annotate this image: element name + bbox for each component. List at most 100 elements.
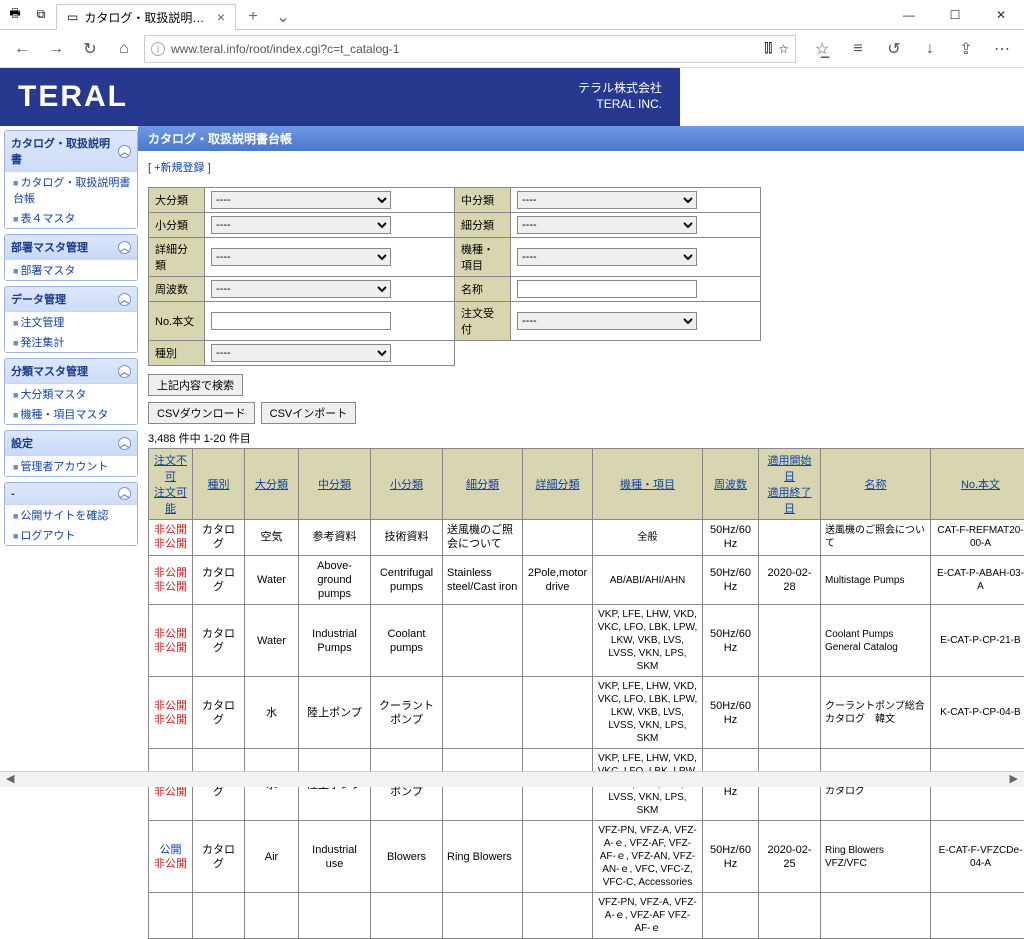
sidebar-item[interactable]: 注文管理: [5, 312, 137, 332]
sort-link[interactable]: 中分類: [318, 479, 351, 491]
select-type[interactable]: ----: [211, 344, 391, 362]
select-shobunrui[interactable]: ----: [211, 216, 391, 234]
main-content: カタログ・取扱説明書台帳 [ +新規登録 ] 大分類 ---- 中分類 ----…: [138, 126, 1024, 939]
close-icon[interactable]: ×: [217, 10, 225, 24]
sidebar-item[interactable]: 公開サイトを確認: [5, 505, 137, 525]
search-button[interactable]: 上記内容で検索: [148, 374, 243, 396]
sidebar-section-title: 部署マスタ管理: [11, 239, 88, 255]
select-kishu[interactable]: ----: [517, 248, 697, 266]
unpublish-link[interactable]: 非公開: [154, 714, 187, 726]
sort-link[interactable]: 適用終了日: [768, 487, 812, 515]
reading-list-icon[interactable]: ≡: [844, 35, 872, 63]
sidebar-item[interactable]: 発注集計: [5, 332, 137, 352]
unpublish-link[interactable]: 非公開: [154, 858, 187, 870]
sidebar-item[interactable]: ログアウト: [5, 525, 137, 545]
chevron-up-icon[interactable]: ︿: [118, 293, 131, 306]
chevron-up-icon[interactable]: ︿: [118, 241, 131, 254]
select-hz[interactable]: ----: [211, 280, 391, 298]
scroll-left-icon[interactable]: ◀: [6, 772, 14, 787]
cell: カタログ: [193, 605, 245, 677]
cell: 水: [245, 677, 299, 749]
sidebar-section-title: データ管理: [11, 291, 66, 307]
sidebar-section-header[interactable]: -︿: [5, 483, 137, 505]
unpublish-link[interactable]: 非公開: [154, 538, 187, 550]
cell-publish: 公開非公開: [149, 821, 193, 893]
sidebar-section-header[interactable]: データ管理 ︿: [5, 287, 137, 312]
unpublish-link[interactable]: 非公開: [154, 628, 187, 640]
cell: Water: [245, 555, 299, 605]
address-bar[interactable]: i www.teral.info/root/index.cgi?c=t_cata…: [144, 35, 796, 63]
home-button[interactable]: ⌂: [110, 35, 138, 63]
sort-link[interactable]: No.本文: [961, 479, 1000, 491]
info-icon[interactable]: i: [151, 42, 165, 56]
sort-link[interactable]: 周波数: [714, 479, 747, 491]
unpublish-link[interactable]: 非公開: [154, 642, 187, 654]
sidebar-item[interactable]: 大分類マスタ: [5, 384, 137, 404]
cell: Industrial use: [299, 821, 371, 893]
sidebar-item[interactable]: 管理者アカウント: [5, 456, 137, 476]
cell: クーラントポンプ総合カタログ 韓文: [821, 677, 931, 749]
select-daibunrui[interactable]: ----: [211, 191, 391, 209]
sort-link[interactable]: 注文可能: [154, 487, 187, 515]
chevron-up-icon[interactable]: ︿: [118, 145, 131, 158]
table-row: 非公開非公開カタログ水陸上ポンプクーラントポンプVKP, LFE, LHW, V…: [149, 677, 1024, 749]
share-icon[interactable]: ⇪: [952, 35, 980, 63]
sidebar-section-header[interactable]: 部署マスタ管理 ︿: [5, 235, 137, 260]
cell: Above-ground pumps: [299, 555, 371, 605]
chevron-up-icon[interactable]: ︿: [118, 365, 131, 378]
sort-link[interactable]: 注文不可: [154, 455, 187, 483]
csv-download-button[interactable]: CSVダウンロード: [148, 402, 255, 424]
sort-link[interactable]: 種別: [208, 479, 230, 491]
chevron-up-icon[interactable]: ︿: [118, 437, 131, 450]
input-no[interactable]: [211, 312, 391, 330]
sidebar-item[interactable]: 表４マスタ: [5, 208, 137, 228]
cell: 50Hz/60Hz: [703, 821, 759, 893]
favorite-icon[interactable]: ☆: [778, 42, 789, 56]
new-register-link[interactable]: [ +新規登録 ]: [148, 162, 211, 174]
sort-link[interactable]: 適用開始日: [768, 455, 812, 483]
unpublish-link[interactable]: 非公開: [154, 524, 187, 536]
minimize-button[interactable]: —: [886, 0, 932, 29]
input-name[interactable]: [517, 280, 697, 298]
csv-import-button[interactable]: CSVインポート: [261, 402, 357, 424]
sidebar-section-header[interactable]: カタログ・取扱説明書︿: [5, 131, 137, 172]
refresh-button[interactable]: ↻: [76, 35, 104, 63]
result-count: 3,488 件中 1-20 件目: [148, 430, 1024, 446]
maximize-button[interactable]: ☐: [932, 0, 978, 29]
unpublish-link[interactable]: 非公開: [154, 581, 187, 593]
forward-button[interactable]: →: [42, 35, 70, 63]
unpublish-link[interactable]: 非公開: [154, 567, 187, 579]
table-row: VFZ-PN, VFZ-A, VFZ-A-ｅ, VFZ-AF VFZ-AF-ｅ: [149, 893, 1024, 939]
downloads-icon[interactable]: ↓: [916, 35, 944, 63]
sort-link[interactable]: 小分類: [390, 479, 423, 491]
tab-chevron-icon[interactable]: ⌄: [270, 7, 296, 27]
select-saibunrui[interactable]: ----: [517, 216, 697, 234]
sidebar-item[interactable]: 部署マスタ: [5, 260, 137, 280]
close-button[interactable]: ✕: [978, 0, 1024, 29]
select-chubunrui[interactable]: ----: [517, 191, 697, 209]
sidebar-item[interactable]: カタログ・取扱説明書台帳: [5, 172, 137, 208]
sort-link[interactable]: 細分類: [466, 479, 499, 491]
sort-link[interactable]: 詳細分類: [536, 479, 580, 491]
chevron-up-icon[interactable]: ︿: [118, 487, 131, 500]
browser-tab[interactable]: ▭ カタログ・取扱説明書台帳 ×: [56, 4, 236, 30]
sort-link[interactable]: 機種・項目: [620, 479, 675, 491]
new-tab-button[interactable]: +: [240, 8, 266, 26]
sidebar-item[interactable]: 機種・項目マスタ: [5, 404, 137, 424]
sidebar-section-header[interactable]: 設定︿: [5, 431, 137, 456]
cell-publish: [149, 893, 193, 939]
unpublish-link[interactable]: 非公開: [154, 786, 187, 798]
select-order[interactable]: ----: [517, 312, 697, 330]
back-button[interactable]: ←: [8, 35, 36, 63]
sort-link[interactable]: 名称: [865, 479, 887, 491]
select-shosaibunrui[interactable]: ----: [211, 248, 391, 266]
sort-link[interactable]: 大分類: [255, 479, 288, 491]
publish-link[interactable]: 公開: [160, 844, 182, 856]
more-icon[interactable]: ⋯: [988, 35, 1016, 63]
history-icon[interactable]: ↺: [880, 35, 908, 63]
reading-view-icon[interactable]: ⫿⫿: [765, 41, 773, 56]
unpublish-link[interactable]: 非公開: [154, 700, 187, 712]
sidebar-section-header[interactable]: 分類マスタ管理︿: [5, 359, 137, 384]
favorites-icon[interactable]: ☆̲: [808, 35, 836, 63]
scroll-right-icon[interactable]: ▶: [1010, 772, 1018, 787]
